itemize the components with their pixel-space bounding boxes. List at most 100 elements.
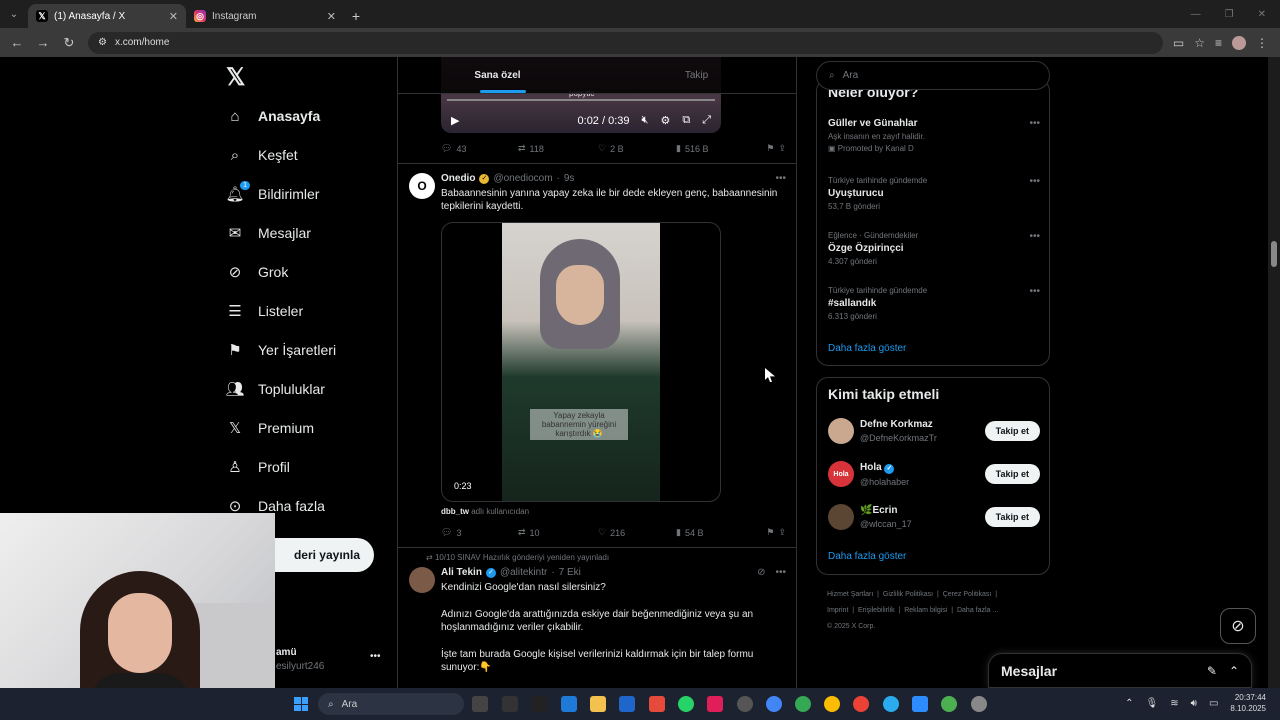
- wifi-icon[interactable]: ≋: [1170, 698, 1178, 709]
- tab-x-home[interactable]: 𝕏 (1) Anasayfa / X ✕: [28, 4, 186, 28]
- avatar[interactable]: O: [409, 173, 435, 199]
- post-time[interactable]: 7 Eki: [559, 567, 581, 578]
- profile-avatar[interactable]: [1232, 35, 1246, 50]
- nav-grok[interactable]: ⊘ Grok: [226, 259, 289, 285]
- follow-button[interactable]: Takip et: [984, 421, 1040, 441]
- reply-button[interactable]: 💬︎ 43: [441, 143, 518, 154]
- bookmark-icon[interactable]: ⚑: [766, 527, 774, 538]
- chevron-up-icon[interactable]: ⌃: [1229, 664, 1239, 678]
- trend-item[interactable]: Türkiye tarihinde gündemde #sallandık 6.…: [828, 286, 1040, 321]
- post-time[interactable]: 9s: [564, 173, 575, 184]
- nav-communities[interactable]: 👥︎ Topluluklar: [225, 376, 324, 402]
- slack-icon[interactable]: [707, 696, 723, 712]
- address-bar[interactable]: ⚙ x.com/home: [88, 31, 1163, 54]
- menu-icon[interactable]: ⋮: [1256, 36, 1268, 50]
- views-button[interactable]: ▮ 54 B: [676, 527, 748, 538]
- page-scrollbar[interactable]: [1268, 57, 1280, 688]
- cursor-app-icon[interactable]: [531, 696, 547, 712]
- new-tab-button[interactable]: +: [344, 4, 368, 28]
- media-controls-icon[interactable]: ≡: [1215, 36, 1222, 50]
- more-dots-icon[interactable]: •••: [1029, 286, 1040, 297]
- new-message-icon[interactable]: ✎: [1207, 664, 1217, 678]
- tab-search-button[interactable]: ⌄: [0, 0, 28, 28]
- chevron-up-icon[interactable]: ⌃: [1125, 698, 1133, 709]
- author-handle[interactable]: @alitekintr: [500, 567, 547, 578]
- store-icon[interactable]: [561, 696, 577, 712]
- follow-suggestion[interactable]: 🌿Ecrin @wlccan_17 Takip et: [828, 502, 1040, 532]
- more-dots-icon[interactable]: •••: [1029, 176, 1040, 187]
- avatar[interactable]: [828, 418, 854, 444]
- x-logo-icon[interactable]: 𝕏: [226, 63, 245, 92]
- author-name[interactable]: Ali Tekin: [441, 567, 482, 578]
- star-icon[interactable]: ☆: [1194, 36, 1205, 50]
- minimize-icon[interactable]: —: [1191, 9, 1201, 20]
- app-icon[interactable]: [649, 696, 665, 712]
- task-view-icon[interactable]: [472, 696, 488, 712]
- more-dots-icon[interactable]: •••: [1029, 231, 1040, 242]
- footer-link[interactable]: Daha fazla ...: [957, 607, 998, 614]
- tab-following[interactable]: Takip: [597, 57, 796, 93]
- windows-start-icon[interactable]: [294, 697, 308, 711]
- footer-link[interactable]: Reklam bilgisi: [904, 607, 947, 614]
- mic-icon[interactable]: 🎙︎: [1146, 698, 1159, 709]
- bookmark-icon[interactable]: ⚑: [766, 143, 774, 154]
- nav-notifications[interactable]: 🔔︎ 1 Bildirimler: [225, 181, 319, 207]
- taskbar-search[interactable]: ⌕ Ara: [318, 693, 464, 715]
- footer-link[interactable]: Çerez Politikası: [943, 591, 992, 598]
- reply-button[interactable]: 💬︎ 3: [441, 527, 518, 538]
- trend-item[interactable]: Eğlence · Gündemdekiler Özge Özpirinçci …: [828, 231, 1040, 266]
- grok-floating-button[interactable]: ⊘: [1220, 608, 1256, 644]
- play-icon[interactable]: ▶: [451, 114, 459, 127]
- avatar[interactable]: Hola: [828, 461, 854, 487]
- obs-icon[interactable]: [737, 696, 753, 712]
- terminal-icon[interactable]: [502, 696, 518, 712]
- settings-icon[interactable]: [971, 696, 987, 712]
- fullscreen-icon[interactable]: ⤢: [702, 114, 711, 127]
- pip-icon[interactable]: ⧉: [682, 114, 690, 127]
- nav-profile[interactable]: ♙ Profil: [226, 454, 290, 480]
- mute-icon[interactable]: 🔇︎: [642, 114, 649, 127]
- chrome-profile-icon[interactable]: [795, 696, 811, 712]
- nav-explore[interactable]: ⌕ Keşfet: [226, 142, 298, 168]
- battery-icon[interactable]: ▭: [1209, 698, 1218, 709]
- more-dots-icon[interactable]: •••: [370, 651, 381, 662]
- follow-button[interactable]: Takip et: [984, 464, 1040, 484]
- repost-button[interactable]: ⇄ 10: [518, 527, 598, 538]
- footer-link[interactable]: Imprint: [827, 607, 848, 614]
- messages-drawer[interactable]: Mesajlar ✎ ⌃: [988, 653, 1252, 688]
- nav-messages[interactable]: ✉ Mesajlar: [226, 220, 311, 246]
- file-explorer-icon[interactable]: [590, 696, 606, 712]
- like-button[interactable]: ♡ 2 B: [598, 143, 676, 154]
- cast-icon[interactable]: ▭: [1173, 36, 1184, 50]
- more-dots-icon[interactable]: •••: [775, 173, 786, 184]
- tab-for-you[interactable]: Sana özel: [398, 57, 597, 93]
- video-progress-bar[interactable]: [447, 99, 715, 101]
- chrome-profile-3-icon[interactable]: [853, 696, 869, 712]
- author-name[interactable]: Onedio: [441, 173, 475, 184]
- maximize-icon[interactable]: ❐: [1225, 9, 1234, 20]
- author-handle[interactable]: @onediocom: [493, 173, 552, 184]
- more-dots-icon[interactable]: •••: [1029, 118, 1040, 129]
- settings-icon[interactable]: ⚙: [660, 114, 670, 127]
- source-user[interactable]: dbb_tw: [441, 507, 469, 516]
- repost-button[interactable]: ⇄ 118: [518, 143, 598, 154]
- footer-link[interactable]: Hizmet Şartları: [827, 591, 873, 598]
- post-video[interactable]: Yapay zekayla babannemin yüreğini karışt…: [441, 222, 721, 502]
- whatsapp-icon[interactable]: [678, 696, 694, 712]
- clock[interactable]: 20:37:44 8.10.2025: [1230, 692, 1266, 714]
- trend-item[interactable]: Güller ve Günahlar Aşk insanın en zayıf …: [828, 118, 1040, 153]
- footer-link[interactable]: Gizlilik Politikası: [883, 591, 933, 598]
- footer-link[interactable]: Erişilebilirlik: [858, 607, 895, 614]
- chrome-icon[interactable]: [766, 696, 782, 712]
- show-more-follow[interactable]: Daha fazla göster: [828, 551, 906, 562]
- like-button[interactable]: ♡ 216: [598, 527, 676, 538]
- store-bag-icon[interactable]: [619, 696, 635, 712]
- search-input[interactable]: ⌕ Ara: [816, 61, 1050, 90]
- close-icon[interactable]: ✕: [327, 10, 336, 23]
- share-icon[interactable]: ⇪: [778, 143, 786, 154]
- grok-icon[interactable]: ⊘: [757, 567, 765, 578]
- forward-icon[interactable]: →: [32, 32, 54, 54]
- close-window-icon[interactable]: ✕: [1258, 9, 1266, 20]
- chrome-profile-2-icon[interactable]: [824, 696, 840, 712]
- share-icon[interactable]: ⇪: [778, 527, 786, 538]
